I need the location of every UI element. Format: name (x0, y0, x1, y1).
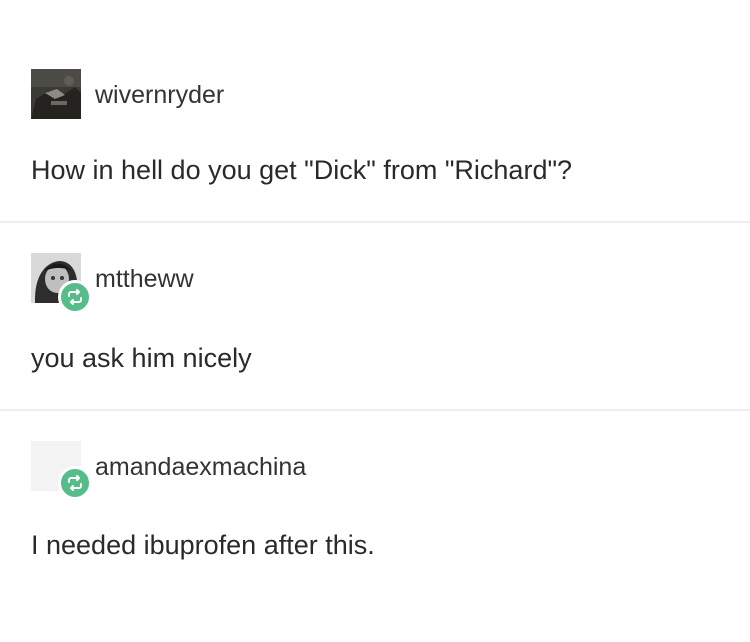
post-username[interactable]: mttheww (95, 264, 194, 294)
post-2: mttheww you ask him nicely (0, 223, 750, 409)
post-username[interactable]: wivernryder (95, 80, 224, 110)
post-1: wivernryder How in hell do you get "Dick… (0, 0, 750, 222)
post-text: I needed ibuprofen after this. (31, 530, 375, 560)
post-text: you ask him nicely (31, 343, 252, 373)
reblog-badge (58, 466, 92, 500)
post-3: amandaexmachina I needed ibuprofen after… (0, 411, 750, 642)
reblog-icon (68, 289, 82, 305)
post-text: How in hell do you get "Dick" from "Rich… (31, 155, 573, 185)
post-username[interactable]: amandaexmachina (95, 452, 306, 482)
reblog-icon (68, 475, 82, 491)
reblog-badge (58, 280, 92, 314)
avatar-image (31, 69, 81, 119)
avatar[interactable] (31, 69, 81, 119)
